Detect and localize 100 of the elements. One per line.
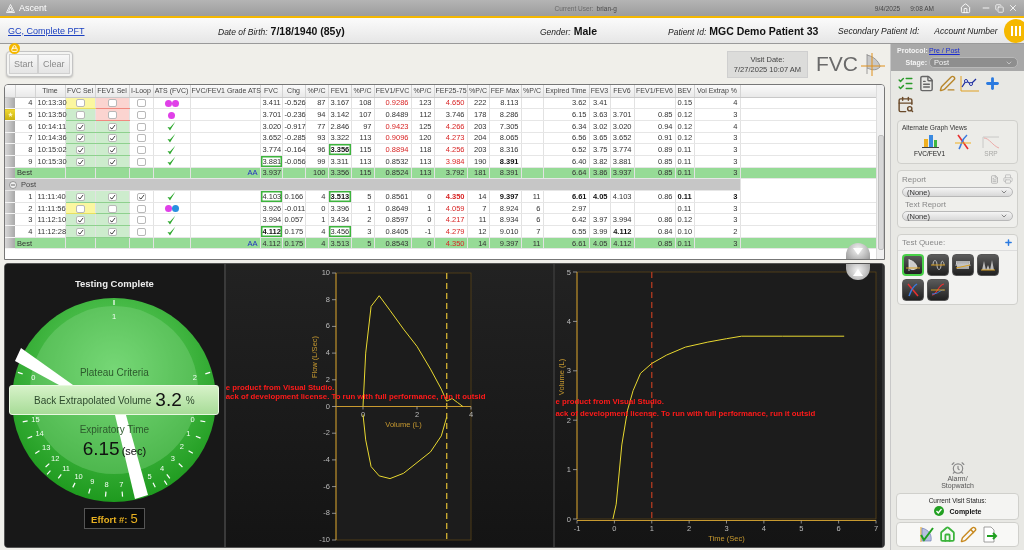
row-handle[interactable] <box>5 237 15 249</box>
checkbox[interactable] <box>107 134 117 143</box>
checkbox[interactable] <box>75 146 85 155</box>
effort-label: Effort #: <box>91 514 128 525</box>
field-label: Date of Birth: <box>218 26 268 37</box>
queue-title: Test Queue: <box>902 238 946 247</box>
checkbox[interactable] <box>75 192 85 201</box>
checkbox[interactable] <box>107 157 117 166</box>
checkbox[interactable] <box>136 227 146 236</box>
row-handle[interactable] <box>5 108 15 121</box>
checkbox[interactable] <box>107 216 117 225</box>
checkbox[interactable] <box>136 111 146 120</box>
expand-button[interactable] <box>846 264 870 280</box>
row-handle[interactable] <box>5 167 15 179</box>
scrollbar[interactable] <box>876 85 884 259</box>
selection-cell[interactable] <box>65 202 95 214</box>
checkbox[interactable] <box>136 216 146 225</box>
field-label: Secondary Patient Id: <box>838 25 920 36</box>
checkbox[interactable] <box>75 204 85 213</box>
report-label: Report <box>902 174 927 184</box>
field-value: MGC Demo Patient 33 <box>709 24 819 37</box>
test-queue-button[interactable] <box>902 279 924 301</box>
signature-icon[interactable] <box>939 75 956 92</box>
checkbox[interactable] <box>136 192 146 201</box>
selection-cell[interactable] <box>95 202 129 214</box>
selection-cell[interactable] <box>95 97 129 109</box>
checkbox[interactable] <box>136 134 146 143</box>
collapse-icon[interactable] <box>9 180 17 189</box>
gauge-label: Back Extrapolated Volume <box>34 394 152 406</box>
test-queue-button[interactable] <box>927 254 949 276</box>
row-handle[interactable] <box>5 120 15 133</box>
caret-icon <box>853 268 863 276</box>
export-icon[interactable] <box>980 526 998 543</box>
checkbox[interactable] <box>107 204 117 213</box>
field-label: Gender: <box>540 26 571 37</box>
flow-loop-icon <box>860 51 886 77</box>
checkbox[interactable] <box>75 99 85 108</box>
checkbox[interactable] <box>75 216 85 225</box>
app-title: Ascent <box>19 3 47 13</box>
test-queue-button[interactable] <box>977 254 999 276</box>
line-chart-icon[interactable] <box>960 75 980 92</box>
checkbox[interactable] <box>107 146 117 155</box>
selection-cell[interactable] <box>65 132 95 144</box>
bar-chart-icon <box>919 134 940 150</box>
field-value: 7/18/1940 (85y) <box>270 24 345 37</box>
home-icon[interactable] <box>938 526 956 543</box>
checkbox[interactable] <box>107 122 117 131</box>
test-queue-button[interactable] <box>902 254 924 276</box>
checkbox[interactable] <box>136 99 146 108</box>
row-handle[interactable] <box>5 225 15 238</box>
menu-button[interactable] <box>1004 18 1024 43</box>
selection-cell[interactable] <box>65 97 95 109</box>
row-handle[interactable] <box>5 155 15 168</box>
check-circle-icon <box>933 506 944 516</box>
crossing-lines-icon <box>905 282 921 298</box>
alarm-clock-icon <box>950 461 965 475</box>
calendar-search-icon[interactable] <box>897 96 914 113</box>
checkbox[interactable] <box>107 192 117 201</box>
edit-icon[interactable] <box>959 526 977 543</box>
row-handle[interactable] <box>5 202 15 214</box>
tidal-loops-icon <box>930 257 946 273</box>
status-title: Testing Complete <box>74 278 154 289</box>
checkbox[interactable] <box>75 157 85 166</box>
test-name: FVC <box>816 52 858 76</box>
checkbox[interactable] <box>107 99 117 108</box>
row-handle[interactable] <box>5 132 15 144</box>
test-queue-button[interactable] <box>952 254 974 276</box>
checkbox[interactable] <box>107 227 117 236</box>
field-hint: Account Number <box>934 25 998 36</box>
checkbox[interactable] <box>136 157 146 166</box>
star-icon <box>7 112 13 118</box>
check-icon <box>167 121 176 132</box>
row-handle[interactable] <box>5 97 15 109</box>
effort-number: 5 <box>130 511 138 526</box>
test-link[interactable]: GC, Complete PFT <box>8 25 85 36</box>
row-handle[interactable] <box>5 143 15 156</box>
checkbox[interactable] <box>75 122 85 131</box>
row-handle[interactable] <box>5 190 15 203</box>
checkbox[interactable] <box>75 227 85 236</box>
report-settings-icon[interactable] <box>990 174 999 184</box>
add-icon[interactable] <box>1004 238 1013 247</box>
checklist-icon[interactable] <box>897 75 914 92</box>
checkbox[interactable] <box>75 134 85 143</box>
checkbox[interactable] <box>75 111 85 120</box>
loop-icon <box>905 257 921 273</box>
check-icon <box>167 191 176 202</box>
printer-icon[interactable] <box>1003 174 1013 184</box>
checkbox[interactable] <box>136 122 146 131</box>
row-handle[interactable] <box>5 213 15 226</box>
add-icon[interactable] <box>984 75 1001 92</box>
selection-cell[interactable] <box>95 132 129 144</box>
checkbox[interactable] <box>136 204 146 213</box>
test-queue-button[interactable] <box>927 279 949 301</box>
document-icon[interactable] <box>918 75 935 92</box>
check-document-icon[interactable] <box>917 526 935 543</box>
close-icon[interactable] <box>1008 3 1018 13</box>
checkbox[interactable] <box>136 146 146 155</box>
checkbox[interactable] <box>107 111 117 120</box>
restore-icon[interactable] <box>995 3 1004 13</box>
text-report-label: Text Report <box>905 200 947 209</box>
